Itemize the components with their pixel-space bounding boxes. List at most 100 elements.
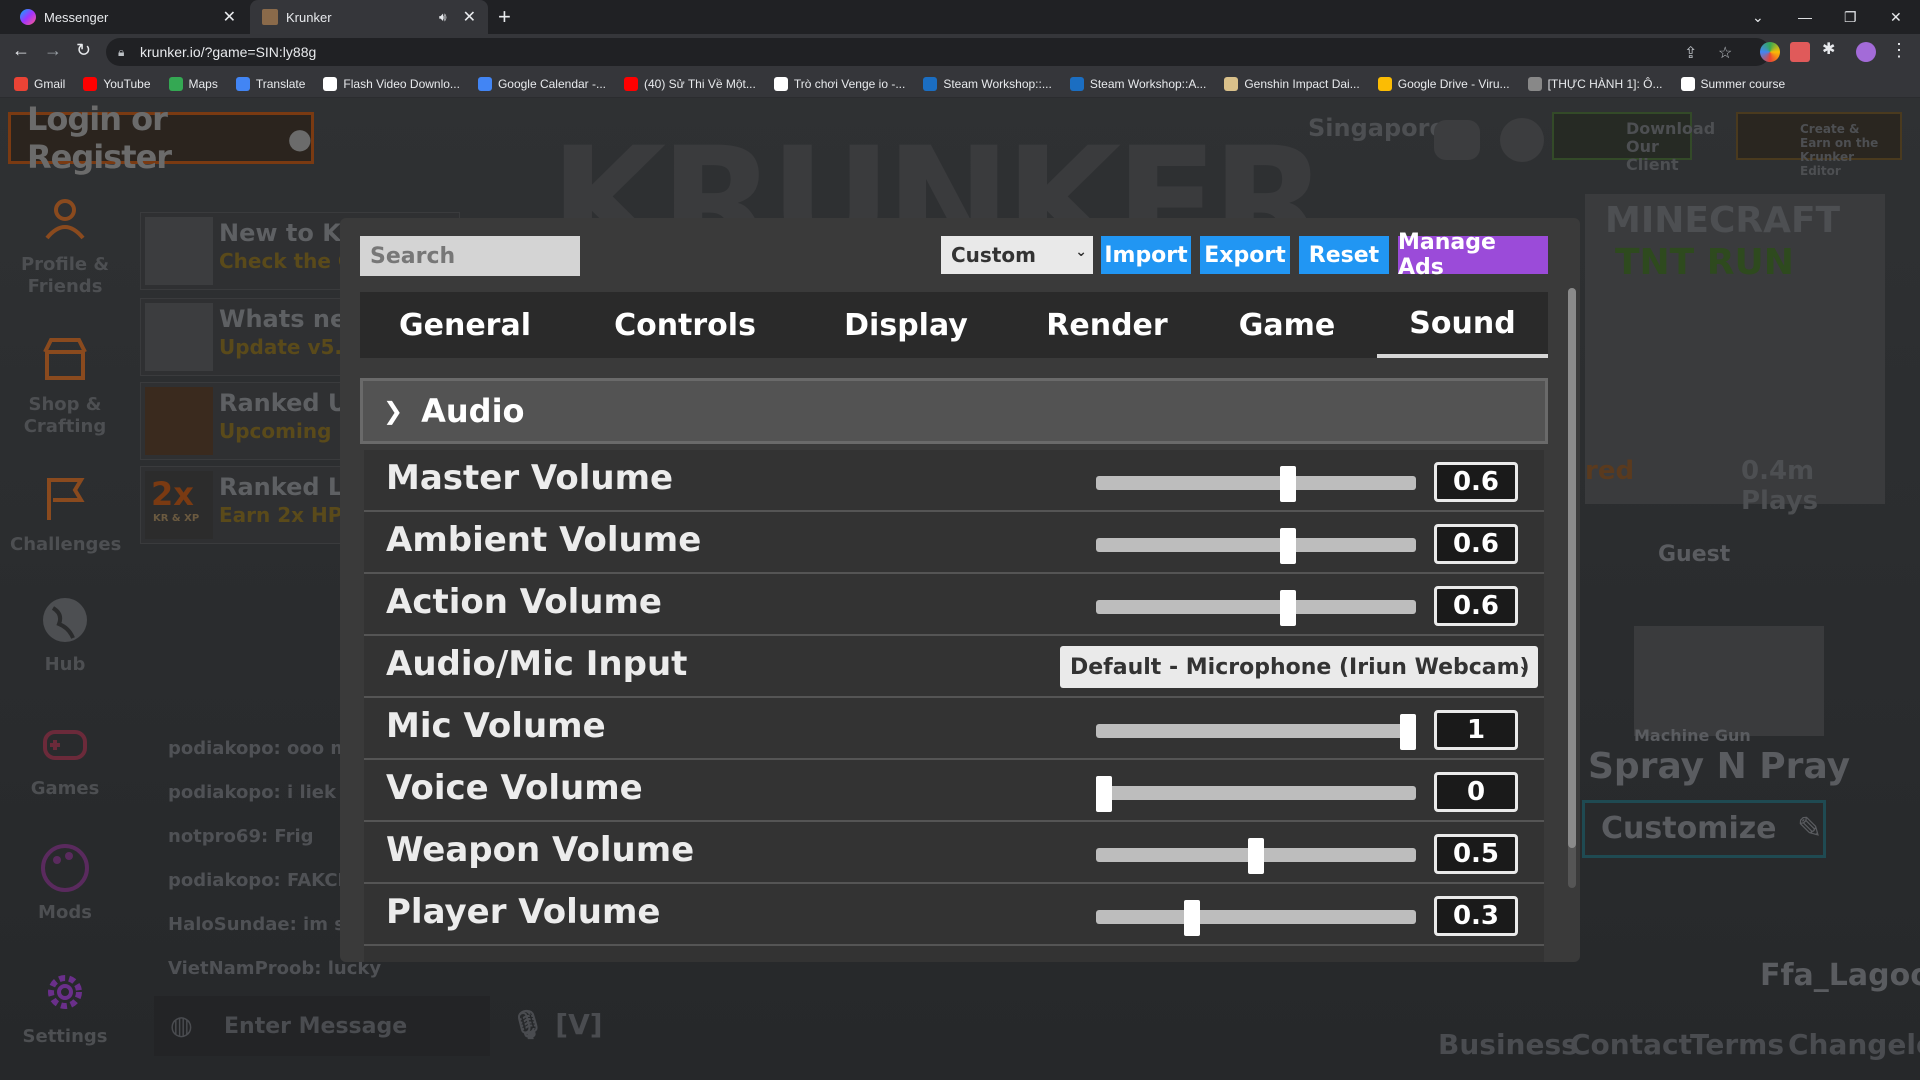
volume-value-input[interactable]: 1 xyxy=(1434,710,1518,750)
bookmark-item[interactable]: Steam Workshop::... xyxy=(923,76,1052,91)
slider-thumb[interactable] xyxy=(1280,466,1296,502)
reddit-icon[interactable] xyxy=(1500,118,1544,162)
tab-display[interactable]: Display xyxy=(800,292,1012,358)
volume-slider[interactable] xyxy=(1096,528,1416,564)
volume-slider[interactable] xyxy=(1096,776,1416,812)
volume-value-input[interactable]: 0.3 xyxy=(1434,896,1518,936)
footer-link-terms[interactable]: Terms xyxy=(1690,1028,1784,1061)
sidebar-item-settings[interactable]: Settings xyxy=(10,966,120,1048)
sidebar-item-profile[interactable]: Profile & Friends xyxy=(10,194,120,298)
extension-icon[interactable] xyxy=(1790,42,1810,62)
slider-thumb[interactable] xyxy=(1096,776,1112,812)
gear-icon xyxy=(48,975,82,1009)
window-close-button[interactable]: ✕ xyxy=(1890,0,1902,34)
editor-button[interactable]: Create & Earn on the Krunker Editor xyxy=(1736,112,1902,178)
settings-scrollbar[interactable] xyxy=(1568,288,1576,888)
tab-controls[interactable]: Controls xyxy=(570,292,800,358)
reset-button[interactable]: Reset xyxy=(1299,236,1389,274)
tab-game[interactable]: Game xyxy=(1202,292,1372,358)
volume-slider[interactable] xyxy=(1096,838,1416,874)
tab-sound[interactable]: Sound xyxy=(1377,292,1548,358)
new-tab-button[interactable]: + xyxy=(498,4,511,30)
flag-icon xyxy=(47,478,85,520)
bookmark-item[interactable]: Google Calendar -... xyxy=(477,76,606,91)
volume-slider[interactable] xyxy=(1096,714,1416,750)
volume-slider[interactable] xyxy=(1096,466,1416,502)
volume-value-input[interactable]: 0.6 xyxy=(1434,462,1518,502)
avatar[interactable] xyxy=(1856,42,1876,62)
restore-button[interactable]: ❐ xyxy=(1844,0,1857,34)
bookmark-item[interactable]: Steam Workshop::A... xyxy=(1069,76,1206,91)
discord-icon[interactable] xyxy=(1434,120,1480,160)
slider-thumb[interactable] xyxy=(1184,900,1200,936)
slider-thumb[interactable] xyxy=(1280,590,1296,626)
login-button[interactable]: Login or Register ● xyxy=(8,100,314,176)
bookmark-item[interactable]: Translate xyxy=(235,76,305,91)
puzzle-icon[interactable]: ✱ xyxy=(1822,39,1842,59)
extension-icon[interactable] xyxy=(1760,42,1780,62)
tab-krunker[interactable]: Krunker 🔊︎ ✕ xyxy=(250,0,488,34)
bookmark-item[interactable]: Maps xyxy=(168,76,218,91)
address-bar[interactable]: 🔒︎ krunker.io/?game=SIN:ly88g ⇪ ☆ xyxy=(106,38,1770,66)
slider-thumb[interactable] xyxy=(1248,838,1264,874)
voice-chat-hint[interactable]: 🎙︎ [V] xyxy=(510,1008,603,1041)
close-icon[interactable]: ✕ xyxy=(463,7,476,27)
preset-select[interactable]: Custom ⌄ xyxy=(941,236,1093,274)
volume-value-input[interactable]: 0.6 xyxy=(1434,524,1518,564)
bookmark-item[interactable]: [THỰC HÀNH 1]: Ô... xyxy=(1527,76,1663,91)
minimize-button[interactable]: — xyxy=(1798,0,1812,34)
sidebar-item-mods[interactable]: Mods xyxy=(10,842,120,924)
slider-thumb[interactable] xyxy=(1280,528,1296,564)
volume-slider[interactable] xyxy=(1096,900,1416,936)
manage-ads-button[interactable]: Manage Ads xyxy=(1398,230,1548,280)
bookmark-item[interactable]: Flash Video Downlo... xyxy=(323,76,460,91)
close-icon[interactable]: ✕ xyxy=(223,7,236,27)
sidebar-item-hub[interactable]: Hub xyxy=(10,594,120,676)
footer-link-contact[interactable]: Contact xyxy=(1570,1028,1692,1061)
volume-slider[interactable] xyxy=(1096,590,1416,626)
footer-link-changelog[interactable]: Changelog xyxy=(1788,1028,1920,1061)
volume-value-input[interactable]: 0.6 xyxy=(1434,586,1518,626)
slider-thumb[interactable] xyxy=(1400,714,1416,750)
menu-icon[interactable]: ⋮ xyxy=(1890,40,1908,61)
tab-render[interactable]: Render xyxy=(1012,292,1202,358)
bookmark-item[interactable]: Google Drive - Viru... xyxy=(1377,76,1510,91)
volume-value-input[interactable]: 0.5 xyxy=(1434,834,1518,874)
bookmark-item[interactable]: Gmail xyxy=(14,76,65,91)
mic-input-select[interactable]: Default - Microphone (Iriun Webcam) ⌄ xyxy=(1060,646,1538,688)
game-ad[interactable]: MINECRAFT TNT RUN red 0.4m Plays xyxy=(1585,194,1885,516)
sidebar-item-shop[interactable]: Shop & Crafting xyxy=(10,334,120,438)
speaker-icon[interactable]: 🔊︎ xyxy=(439,10,447,25)
bookmark-item[interactable]: (40) Sử Thi Về Một... xyxy=(624,76,756,91)
audio-section-header[interactable]: ❯ Audio xyxy=(360,378,1548,444)
share-icon[interactable]: ⇪ xyxy=(1684,43,1697,63)
chat-input[interactable]: ◍ Enter Message xyxy=(154,996,490,1056)
settings-search-input[interactable]: Search xyxy=(360,236,580,276)
tab-search-icon[interactable]: ⌄ xyxy=(1752,0,1764,34)
back-icon[interactable]: ← xyxy=(12,40,30,61)
bookmark-star-icon[interactable]: ☆ xyxy=(1718,43,1732,63)
bookmark-label: Flash Video Downlo... xyxy=(343,76,460,91)
settings-tabs: General Controls Display Render Game Sou… xyxy=(360,292,1548,358)
bookmark-item[interactable]: Genshin Impact Dai... xyxy=(1224,76,1360,91)
customize-button[interactable]: Customize ✎ xyxy=(1582,800,1826,858)
scrollbar-thumb[interactable] xyxy=(1568,288,1576,848)
reload-icon[interactable]: ↻ xyxy=(76,40,91,61)
tab-general[interactable]: General xyxy=(360,292,570,358)
sidebar-item-games[interactable]: Games xyxy=(10,718,120,800)
bookmark-icon xyxy=(14,76,28,91)
bookmark-item[interactable]: YouTube xyxy=(83,76,151,91)
sidebar-item-challenges[interactable]: Challenges xyxy=(10,474,121,556)
forward-icon[interactable]: → xyxy=(44,40,62,61)
bookmark-item[interactable]: Trò chơi Venge io -... xyxy=(773,76,905,91)
bookmark-icon xyxy=(1527,76,1542,91)
download-client-button[interactable]: Download Our Client xyxy=(1552,112,1715,174)
bookmark-item[interactable]: Summer course xyxy=(1680,76,1785,91)
footer-link-business[interactable]: Business xyxy=(1438,1028,1578,1061)
chat-message: podiakopo: i liek ch xyxy=(168,782,366,803)
tab-messenger[interactable]: Messenger ✕ xyxy=(8,0,248,34)
import-button[interactable]: Import xyxy=(1101,236,1191,274)
export-button[interactable]: Export xyxy=(1200,236,1290,274)
bookmark-icon xyxy=(1680,76,1695,91)
volume-value-input[interactable]: 0 xyxy=(1434,772,1518,812)
